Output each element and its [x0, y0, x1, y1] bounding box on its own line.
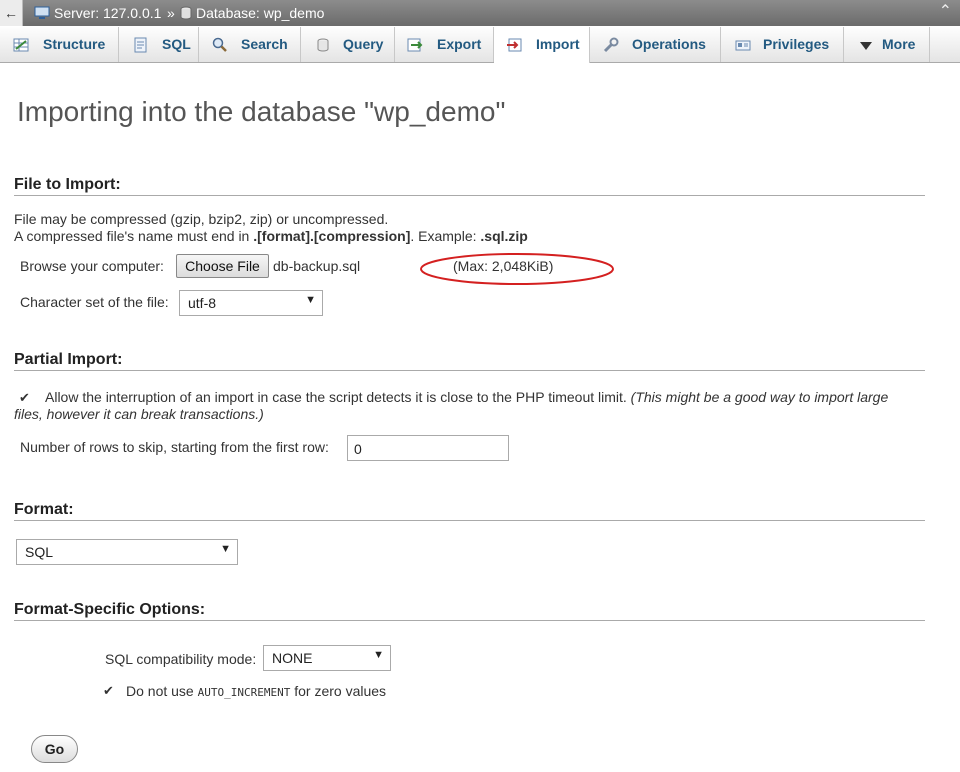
server-icon	[34, 6, 50, 19]
format-divider	[14, 520, 925, 521]
no-auto-increment-post: for zero values	[290, 683, 387, 699]
format-options-divider	[14, 620, 925, 621]
breadcrumb-server[interactable]: Server: 127.0.0.1	[34, 4, 161, 22]
chevron-down-icon: ▼	[305, 294, 316, 306]
file-import-divider	[14, 195, 925, 196]
tab-privileges-label: Privileges	[763, 36, 830, 52]
format-select[interactable]: SQL ▼	[16, 539, 238, 565]
browse-label: Browse your computer:	[20, 258, 164, 274]
compat-mode-label: SQL compatibility mode:	[105, 651, 257, 667]
structure-icon	[13, 38, 29, 52]
compression-example-file: .sql.zip	[480, 228, 528, 244]
tab-structure[interactable]: Structure	[0, 27, 119, 62]
skip-rows-label: Number of rows to skip, starting from th…	[20, 439, 329, 455]
privileges-icon	[735, 40, 751, 51]
auto-increment-code: AUTO_INCREMENT	[197, 686, 291, 699]
tab-query[interactable]: Query	[301, 27, 395, 62]
annotation-ellipse	[420, 253, 614, 285]
tab-structure-label: Structure	[43, 36, 106, 52]
search-icon	[212, 37, 227, 52]
tab-search-label: Search	[241, 36, 288, 52]
export-icon	[407, 38, 423, 52]
allow-interrupt-checkbox[interactable]: ✔	[19, 391, 32, 404]
breadcrumb-database-label: Database: wp_demo	[196, 5, 325, 21]
allow-interrupt-note-2: files, however it can break transactions…	[14, 406, 264, 422]
selected-file-name: db-backup.sql	[273, 258, 361, 274]
compression-example-mid: . Example:	[410, 228, 481, 244]
format-title: Format:	[14, 501, 74, 518]
collapse-icon[interactable]: ⌃	[939, 3, 952, 21]
charset-select[interactable]: utf-8 ▼	[179, 290, 323, 316]
tab-query-label: Query	[343, 36, 384, 52]
go-button[interactable]: Go	[31, 735, 78, 763]
tab-operations-label: Operations	[632, 36, 706, 52]
compression-example: A compressed file's name must end in .[f…	[14, 228, 528, 244]
tab-export-label: Export	[437, 36, 482, 52]
caret-down-icon	[860, 42, 872, 50]
tab-more-label: More	[882, 36, 916, 52]
no-auto-increment-text: Do not use AUTO_INCREMENT for zero value…	[126, 683, 386, 699]
chevron-down-icon: ▼	[220, 543, 231, 555]
tab-export[interactable]: Export	[395, 27, 494, 62]
back-arrow-icon[interactable]: ←	[0, 0, 23, 26]
tab-bar: Structure SQL Search Query Export Import…	[0, 27, 960, 63]
file-import-title: File to Import:	[14, 176, 121, 193]
compression-example-pre: A compressed file's name must end in	[14, 228, 254, 244]
tab-import-label: Import	[536, 36, 580, 52]
skip-rows-input[interactable]: 0	[347, 435, 509, 461]
tab-sql-label: SQL	[162, 36, 191, 52]
compression-note: File may be compressed (gzip, bzip2, zip…	[14, 211, 389, 227]
breadcrumb-database[interactable]: Database: wp_demo	[180, 4, 324, 22]
charset-value: utf-8	[188, 295, 217, 311]
tab-operations[interactable]: Operations	[590, 27, 721, 62]
skip-rows-value: 0	[354, 441, 362, 457]
format-options-title: Format-Specific Options:	[14, 601, 206, 618]
breadcrumb-bar: ← Server: 127.0.0.1 » Database: wp_demo …	[0, 0, 960, 26]
tab-privileges[interactable]: Privileges	[721, 27, 844, 62]
sql-icon	[134, 37, 147, 53]
tab-sql[interactable]: SQL	[119, 27, 199, 62]
page-title: Importing into the database "wp_demo"	[17, 96, 506, 127]
chevron-down-icon: ▼	[373, 649, 384, 661]
allow-interrupt-note-1: (This might be a good way to import larg…	[630, 389, 889, 405]
tab-more[interactable]: More	[844, 27, 930, 62]
query-icon	[317, 38, 329, 52]
tab-import[interactable]: Import	[494, 27, 590, 63]
compat-mode-select[interactable]: NONE ▼	[263, 645, 391, 671]
breadcrumb-server-label: Server: 127.0.0.1	[54, 5, 162, 21]
format-value: SQL	[25, 544, 54, 560]
database-icon	[180, 6, 192, 20]
import-icon	[507, 38, 522, 52]
charset-label: Character set of the file:	[20, 294, 169, 310]
choose-file-button[interactable]: Choose File	[176, 254, 269, 278]
partial-import-title: Partial Import:	[14, 351, 123, 368]
allow-interrupt-text: Allow the interruption of an import in c…	[45, 389, 888, 405]
no-auto-increment-checkbox[interactable]: ✔	[103, 684, 116, 697]
breadcrumb-separator: »	[167, 5, 175, 21]
allow-interrupt-label: Allow the interruption of an import in c…	[45, 389, 627, 405]
tab-search[interactable]: Search	[199, 27, 301, 62]
compression-format: .[format].[compression]	[253, 228, 411, 244]
wrench-icon	[603, 37, 619, 53]
partial-import-divider	[14, 370, 925, 371]
compat-mode-value: NONE	[272, 650, 313, 666]
no-auto-increment-pre: Do not use	[126, 683, 198, 699]
